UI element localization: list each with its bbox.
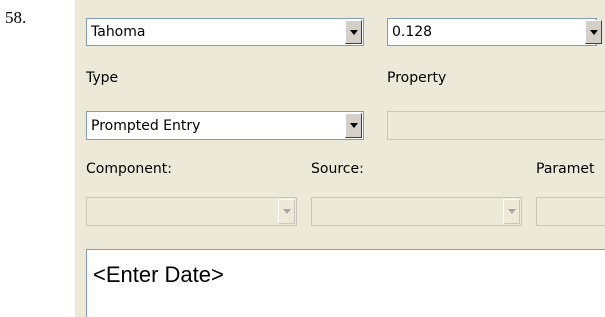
source-dropdown [311, 197, 522, 226]
font-dropdown[interactable]: Tahoma [86, 18, 364, 46]
chevron-down-icon [589, 29, 598, 35]
size-dropdown-value: 0.128 [392, 24, 433, 40]
item-number: 58. [5, 8, 27, 27]
type-dropdown[interactable]: Prompted Entry [86, 111, 364, 140]
size-dropdown-button[interactable] [585, 20, 602, 44]
font-dropdown-value: Tahoma [91, 24, 146, 40]
type-label: Type [86, 70, 119, 86]
component-dropdown-button [278, 199, 295, 224]
chevron-down-icon [507, 209, 516, 214]
source-dropdown-button [503, 199, 520, 224]
size-dropdown[interactable]: 0.128 [387, 18, 602, 46]
component-label: Component: [86, 161, 172, 177]
property-field [387, 111, 605, 140]
chevron-down-icon [349, 123, 358, 128]
editor-content: <Enter Date> [93, 262, 224, 287]
parameter-dropdown [536, 197, 605, 226]
text-editor[interactable]: <Enter Date> [86, 249, 605, 317]
chevron-down-icon [282, 209, 291, 214]
type-dropdown-value: Prompted Entry [91, 117, 201, 134]
source-label: Source: [311, 161, 364, 177]
parameter-label: Paramet [536, 161, 595, 177]
type-dropdown-button[interactable] [345, 113, 362, 138]
property-label: Property [387, 70, 447, 86]
font-dropdown-button[interactable] [345, 20, 362, 44]
text-properties-panel: Tahoma 0.128 Type Property Prompted Entr… [75, 0, 605, 317]
chevron-down-icon [349, 29, 358, 35]
component-dropdown [86, 197, 297, 226]
